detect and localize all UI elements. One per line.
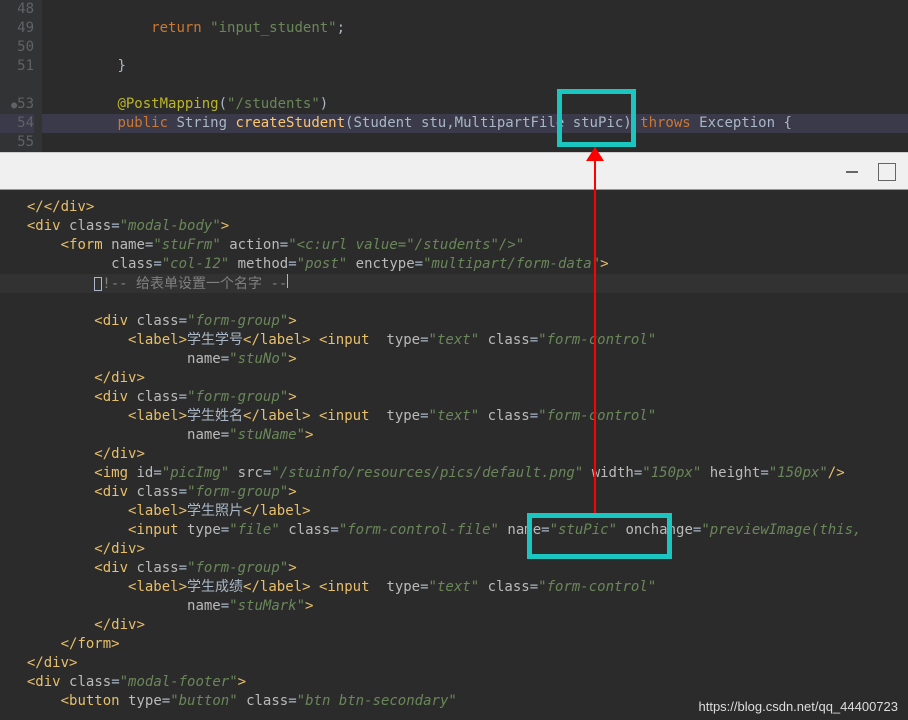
annotation-arrow-line [594, 147, 596, 513]
line-number: 48 [0, 0, 34, 19]
line-number: ●53 [0, 95, 34, 114]
code-line: </div> [0, 445, 908, 464]
code-line [0, 293, 908, 312]
code-line [42, 38, 908, 57]
code-line: <div class="form-group"> [0, 312, 908, 331]
code-line: <div class="form-group"> [0, 483, 908, 502]
code-line: </div> [0, 369, 908, 388]
code-line: <img id="picImg" src="/stuinfo/resources… [0, 464, 908, 483]
line-number [0, 76, 34, 95]
code-line: <div class="modal-body"> [0, 217, 908, 236]
code-line: <div class="form-group"> [0, 559, 908, 578]
code-line: </div> [0, 616, 908, 635]
code-line: </</div> [0, 198, 908, 217]
code-line: <input type="file" class="form-control-f… [0, 521, 908, 540]
window-separator [0, 152, 908, 190]
annotation-highlight-box-bottom [527, 513, 672, 559]
code-line: <label>学生姓名</label> <input type="text" c… [0, 407, 908, 426]
code-line: <div class="modal-footer"> [0, 673, 908, 692]
code-line: name="stuName"> [0, 426, 908, 445]
code-line: </div> [0, 540, 908, 559]
watermark-text: https://blog.csdn.net/qq_44400723 [699, 699, 899, 714]
code-line-highlighted: !-- 给表单设置一个名字 -- [0, 274, 908, 293]
line-number: 51 [0, 57, 34, 76]
minimize-icon[interactable] [846, 171, 858, 173]
code-line: <label>学生成绩</label> <input type="text" c… [0, 578, 908, 597]
code-line: </div> [0, 654, 908, 673]
code-line [42, 133, 908, 152]
code-line: @PostMapping("/students") [42, 95, 908, 114]
maximize-icon[interactable] [878, 163, 896, 181]
line-gutter: 48 49 50 51 ●53 54 55 [0, 0, 42, 152]
java-editor-pane: 48 49 50 51 ●53 54 55 return "input_stud… [0, 0, 908, 152]
line-number: 55 [0, 133, 34, 152]
code-line: <label>学生学号</label> <input type="text" c… [0, 331, 908, 350]
annotation-arrow-head-icon [586, 147, 604, 161]
code-line: <label>学生照片</label> [0, 502, 908, 521]
code-line: name="stuNo"> [0, 350, 908, 369]
code-line: return "input_student"; [42, 19, 908, 38]
code-line-highlighted: public String createStudent(Student stu,… [42, 114, 908, 133]
code-line: <form name="stuFrm" action="<c:url value… [0, 236, 908, 255]
html-editor-pane[interactable]: </</div> <div class="modal-body"> <form … [0, 190, 908, 711]
code-line: </form> [0, 635, 908, 654]
line-number: 50 [0, 38, 34, 57]
line-number: 49 [0, 19, 34, 38]
code-line: } [42, 57, 908, 76]
code-area[interactable]: return "input_student"; } @PostMapping("… [42, 0, 908, 152]
code-line: class="col-12" method="post" enctype="mu… [0, 255, 908, 274]
code-line: <div class="form-group"> [0, 388, 908, 407]
code-line [42, 76, 908, 95]
code-line [42, 0, 908, 19]
line-number: 54 [0, 114, 34, 133]
code-line: name="stuMark"> [0, 597, 908, 616]
annotation-highlight-box-top [557, 89, 636, 147]
